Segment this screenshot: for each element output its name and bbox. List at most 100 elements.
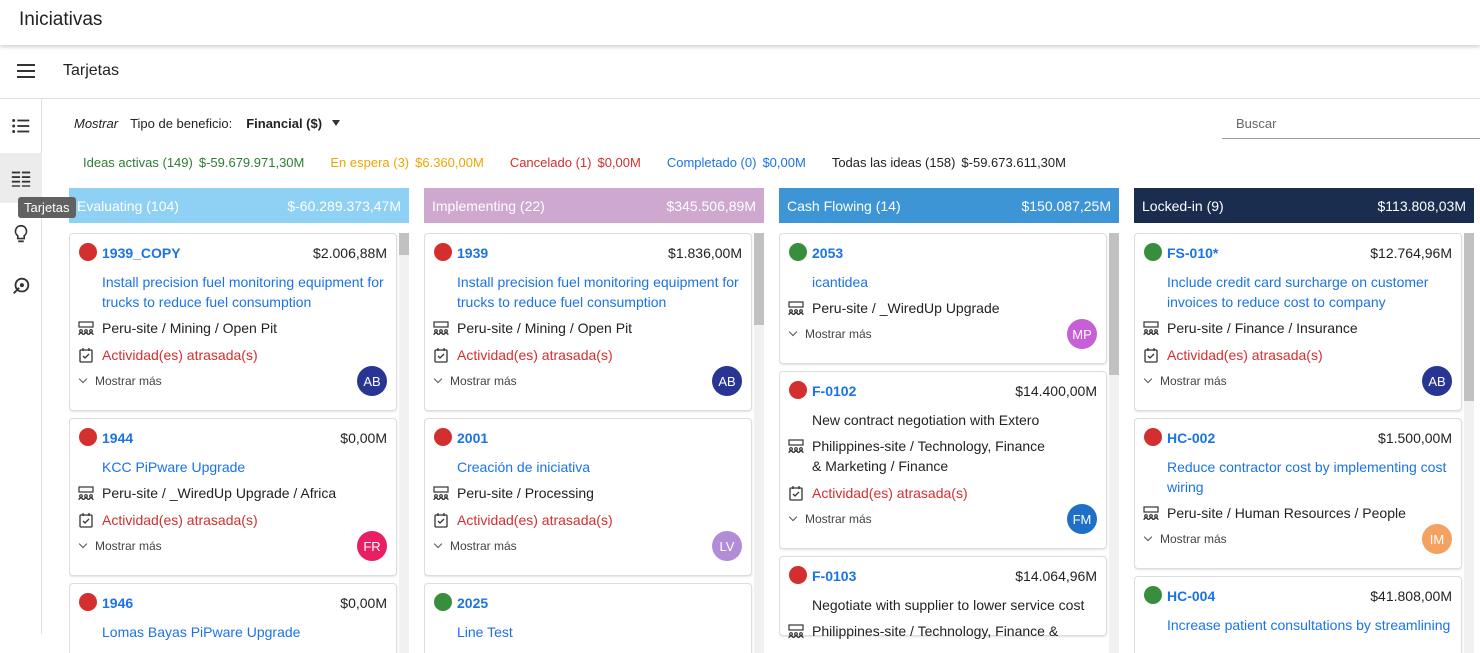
show-more-button[interactable]: Mostrar más [78,374,162,388]
show-more-label: Mostrar más [450,539,517,553]
rocket-icon[interactable] [0,261,42,311]
cards-view-icon[interactable] [0,153,42,203]
app-header: Iniciativas [0,0,1480,45]
card-amount: $0,00M [340,595,387,611]
card-title[interactable]: icantidea [812,272,1102,292]
show-more-button[interactable]: Mostrar más [433,539,517,553]
scrollbar-thumb[interactable] [399,233,409,255]
initiative-card[interactable]: 2053 icantidea Peru-site / _WiredUp Upgra… [779,233,1107,364]
stat-item[interactable]: Cancelado (1) $0,00M [510,155,647,170]
show-more-button[interactable]: Mostrar más [1143,532,1227,546]
chevron-down-icon[interactable] [332,120,341,126]
card-title[interactable]: Line Test [457,622,747,642]
avatar[interactable]: AB [712,366,742,396]
stat-value: $0,00M [762,155,806,170]
avatar[interactable]: AB [1422,366,1452,396]
avatar[interactable]: FR [357,531,387,561]
card-title[interactable]: Lomas Bayas PiPware Upgrade [102,622,392,642]
card-title[interactable]: KCC PiPware Upgrade [102,457,392,477]
stat-label: Cancelado (1) [509,155,592,170]
card-id[interactable]: 1944 [102,430,133,446]
show-more-button[interactable]: Mostrar más [788,327,872,341]
column-header[interactable]: Evaluating (104) $-60.289.373,47M [69,188,409,223]
initiative-card[interactable]: FS-010* $12.764,96M Include credit card … [1134,233,1462,411]
card-title[interactable]: New contract negotiation with Extero [812,410,1102,430]
avatar[interactable]: MP [1067,319,1097,349]
avatar[interactable]: FM [1067,504,1097,534]
card-title[interactable]: Negotiate with supplier to lower service… [812,595,1102,615]
card-amount: $14.400,00M [1015,383,1097,399]
show-more-button[interactable]: Mostrar más [433,374,517,388]
scrollbar-thumb[interactable] [754,233,764,325]
column-header[interactable]: Implementing (22) $345.506,89M [424,188,764,223]
status-dot-icon [789,381,807,399]
card-late-text: Actividad(es) atrasada(s) [457,512,613,528]
card-late-text: Actividad(es) atrasada(s) [1167,347,1323,363]
column-header[interactable]: Locked-in (9) $113.808,03M [1134,188,1474,223]
org-structure-icon [433,483,457,506]
sidebar-tooltip: Tarjetas [18,197,76,218]
list-view-icon[interactable] [0,101,42,151]
board-column: Locked-in (9) $113.808,03M FS-010* $12.7… [1134,188,1474,653]
initiative-card[interactable]: 1939_COPY $2.006,88M Install precision f… [69,233,397,411]
column-total: $150.087,25M [1021,197,1111,214]
stat-label: Ideas activas (149) [83,155,193,170]
card-title[interactable]: Increase patient consultations by stream… [1167,615,1457,635]
card-title[interactable]: Include credit card surcharge on custome… [1167,272,1457,312]
card-id[interactable]: F-0103 [812,568,856,584]
card-id[interactable]: 1939_COPY [102,245,181,261]
show-more-button[interactable]: Mostrar más [788,512,872,526]
card-title[interactable]: Reduce contractor cost by implementing c… [1167,457,1457,497]
card-id[interactable]: HC-002 [1167,430,1215,446]
search-input[interactable] [1222,109,1480,139]
initiative-card[interactable]: 1944 $0,00M KCC PiPware Upgrade Peru-site… [69,418,397,576]
card-title[interactable]: Install precision fuel monitoring equipm… [102,272,392,312]
card-id[interactable]: F-0102 [812,383,856,399]
initiative-card[interactable]: F-0102 $14.400,00M New contract negotiat… [779,371,1107,549]
avatar[interactable]: LV [712,531,742,561]
card-id[interactable]: FS-010* [1167,245,1218,261]
card-id[interactable]: HC-004 [1167,588,1215,604]
stat-item[interactable]: Ideas activas (149) $-59.679.971,30M [83,155,310,170]
chevron-down-icon [78,374,88,384]
chevron-down-icon [78,539,88,549]
column-total: $345.506,89M [666,197,756,214]
show-more-label: Mostrar más [1160,374,1227,388]
initiative-card[interactable]: HC-004 $41.808,00M Increase patient cons… [1134,576,1462,653]
calendar-check-icon [78,510,102,533]
stat-label: Completado (0) [666,155,757,170]
scrollbar-thumb[interactable] [1109,233,1119,375]
card-late-activities: Actividad(es) atrasada(s) [433,510,613,533]
card-title[interactable]: Creación de iniciativa [457,457,747,477]
chevron-down-icon [788,512,798,522]
initiative-card[interactable]: 2025 Line Test [424,583,752,653]
stat-item[interactable]: Todas las ideas (158) $-59.673.611,30M [832,155,1072,170]
card-amount: $2.006,88M [313,245,387,261]
initiative-card[interactable]: 1939 $1.836,00M Install precision fuel m… [424,233,752,411]
benefit-type-select[interactable]: Financial ($) [246,116,322,131]
show-more-button[interactable]: Mostrar más [1143,374,1227,388]
column-body: 1939_COPY $2.006,88M Install precision f… [69,233,409,653]
card-id[interactable]: 2053 [812,245,843,261]
stats-bar: Ideas activas (149) $-59.679.971,30M En es… [83,155,1092,170]
scrollbar[interactable] [399,233,409,653]
card-id[interactable]: 2025 [457,595,488,611]
stat-item[interactable]: Completado (0) $0,00M [667,155,812,170]
card-title[interactable]: Install precision fuel monitoring equipm… [457,272,747,312]
avatar[interactable]: AB [357,366,387,396]
initiative-card[interactable]: HC-002 $1.500,00M Reduce contractor cost… [1134,418,1462,569]
avatar[interactable]: IM [1422,524,1452,554]
column-total: $113.808,03M [1377,197,1466,214]
menu-icon[interactable] [14,61,38,83]
view-title: Tarjetas [63,62,120,79]
initiative-card[interactable]: 2001 Creación de iniciativa Peru-site / P… [424,418,752,576]
stat-item[interactable]: En espera (3) $6.360,00M [330,155,489,170]
initiative-card[interactable]: F-0103 $14.064,96M Negotiate with suppli… [779,556,1107,639]
column-header[interactable]: Cash Flowing (14) $150.087,25M [779,188,1119,223]
card-id[interactable]: 1946 [102,595,133,611]
scrollbar-thumb[interactable] [1464,233,1474,401]
card-id[interactable]: 2001 [457,430,488,446]
initiative-card[interactable]: 1946 $0,00M Lomas Bayas PiPware Upgrade [69,583,397,653]
show-more-button[interactable]: Mostrar más [78,539,162,553]
card-id[interactable]: 1939 [457,245,488,261]
